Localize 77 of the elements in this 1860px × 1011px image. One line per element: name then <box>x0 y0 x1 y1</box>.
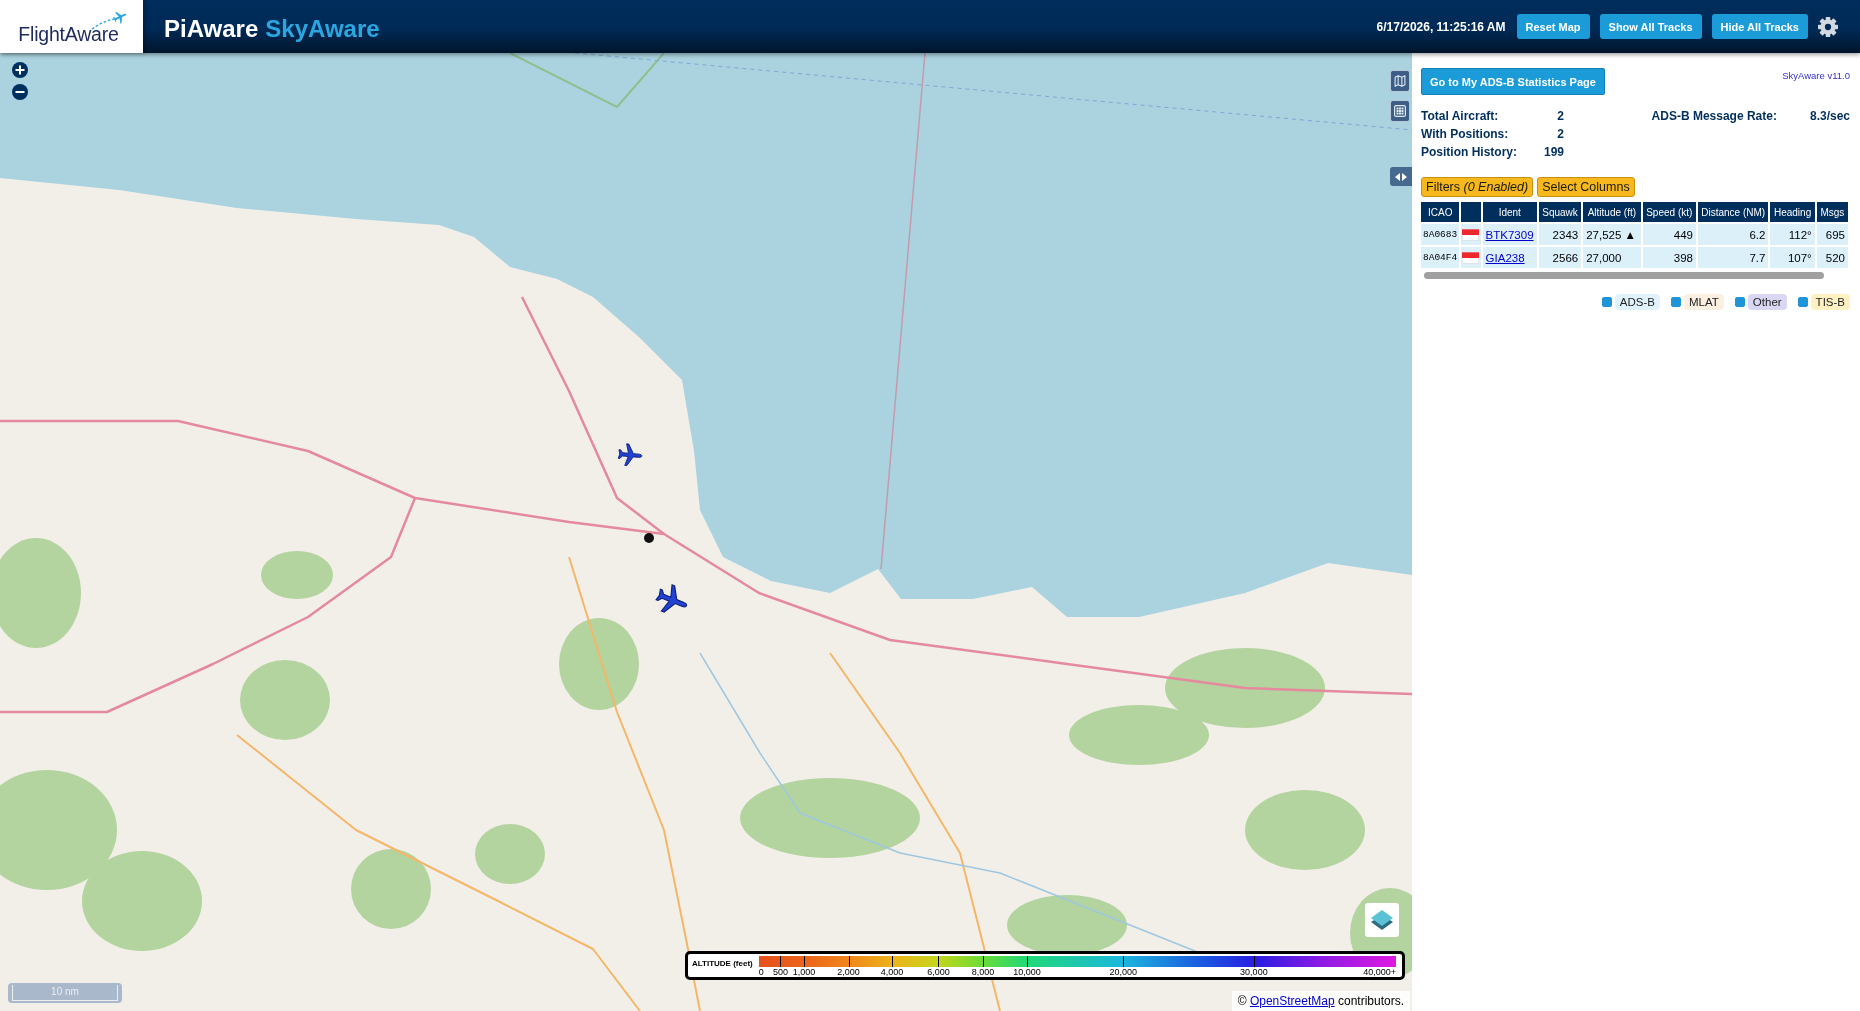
settings-icon[interactable] <box>1818 16 1838 37</box>
clock: 6/17/2026, 11:25:16 AM <box>1376 19 1506 34</box>
table-cell: 2566 <box>1538 247 1582 268</box>
checkbox[interactable] <box>1797 297 1808 307</box>
checkbox[interactable] <box>1671 297 1681 307</box>
table-cell: 449 <box>1642 224 1696 245</box>
panel-toggle-button[interactable] <box>1390 167 1412 186</box>
select-columns-button[interactable]: Select Columns <box>1537 177 1635 197</box>
grid-button[interactable] <box>1390 100 1410 122</box>
column-header[interactable]: Altitude (ft) <box>1583 202 1641 222</box>
tick-label: 20,000 <box>1109 967 1137 978</box>
column-header[interactable]: Squawk <box>1538 202 1582 222</box>
minus-icon[interactable] <box>12 84 28 100</box>
tick-label: 8,000 <box>971 967 995 978</box>
ident-link[interactable]: GIA238 <box>1485 251 1525 264</box>
tick-label: 500 <box>772 967 788 978</box>
legend-label: ADS-B <box>1614 294 1660 310</box>
table-cell: 27,525 ▲ <box>1583 224 1641 245</box>
column-header[interactable]: Ident <box>1482 202 1537 222</box>
tick-label: 1,000 <box>792 967 816 978</box>
stat-value: 199 <box>1542 144 1564 161</box>
column-header[interactable]: Distance (NM) <box>1697 202 1769 222</box>
map-button[interactable] <box>1390 70 1410 92</box>
scale-line: 10 nm <box>12 985 118 1001</box>
stat-label: Total Aircraft: <box>1421 108 1500 125</box>
left-right-arrows-icon <box>1395 172 1407 181</box>
openstreetmap-link[interactable]: OpenStreetMap <box>1249 994 1335 1008</box>
table-cell: 7.7 <box>1697 247 1769 268</box>
layers-button[interactable] <box>1365 903 1399 937</box>
app-title: PiAware <box>164 15 259 43</box>
legend-label: Other <box>1747 294 1787 310</box>
stat-value: 8.3/sec <box>1809 108 1850 125</box>
stat-value: 2 <box>1556 108 1564 125</box>
table-cell: 8A04F4 <box>1421 247 1460 268</box>
table-cell: 6.2 <box>1697 224 1769 245</box>
scrollbar-thumb[interactable] <box>1424 272 1824 279</box>
checkbox[interactable] <box>1734 297 1745 307</box>
tick-label: 2,000 <box>837 967 860 978</box>
column-header[interactable]: Msgs <box>1816 202 1848 222</box>
layers-icon <box>1370 909 1394 931</box>
stat-label: Position History: <box>1421 144 1518 161</box>
logo[interactable]: FlightAware <box>0 0 143 53</box>
column-header[interactable]: Heading <box>1770 202 1815 222</box>
airplane-icon[interactable] <box>617 442 643 468</box>
table-cell: 398 <box>1642 247 1696 268</box>
table-cell: 107° <box>1770 247 1815 268</box>
tick-label: 4,000 <box>880 967 904 978</box>
tick-label: 40,000+ <box>1363 967 1396 978</box>
grid-icon <box>1394 105 1406 117</box>
tick-label: 6,000 <box>927 967 950 978</box>
attribution-text: © OpenStreetMap contributors. <box>1231 991 1410 1011</box>
column-header[interactable]: ICAO <box>1421 202 1460 222</box>
table-cell: 8A0683 <box>1421 224 1460 245</box>
checkbox[interactable] <box>1601 297 1612 307</box>
tick-label: 30,000 <box>1240 967 1268 978</box>
stat-value: 2 <box>1556 126 1564 143</box>
table-cell: 520 <box>1816 247 1848 268</box>
table-cell: 112° <box>1770 224 1815 245</box>
tick-label: 0 <box>758 967 764 978</box>
version-text: SkyAware v11.0 <box>1782 70 1850 81</box>
map-icon <box>1394 75 1406 87</box>
dot-icon <box>644 533 654 543</box>
tick-label: 10,000 <box>1013 967 1041 978</box>
app-subtitle: SkyAware <box>265 15 380 43</box>
legend-title: ALTITUDE (feet) <box>692 959 753 968</box>
logo-text: FlightAware <box>18 23 119 45</box>
stat-label: With Positions: <box>1421 126 1510 143</box>
table-cell: 2343 <box>1538 224 1582 245</box>
legend-label: MLAT <box>1684 294 1724 310</box>
filters-button[interactable]: Filters (0 Enabled) <box>1421 177 1534 197</box>
column-header[interactable]: Speed (kt) <box>1642 202 1696 222</box>
stat-label: ADS-B Message Rate: <box>1651 108 1777 125</box>
legend-label: TIS-B <box>1810 294 1850 310</box>
table-cell: 695 <box>1816 224 1848 245</box>
table-cell: 27,000 <box>1583 247 1641 268</box>
ident-link[interactable]: BTK7309 <box>1485 228 1534 241</box>
plus-icon[interactable] <box>12 62 28 78</box>
